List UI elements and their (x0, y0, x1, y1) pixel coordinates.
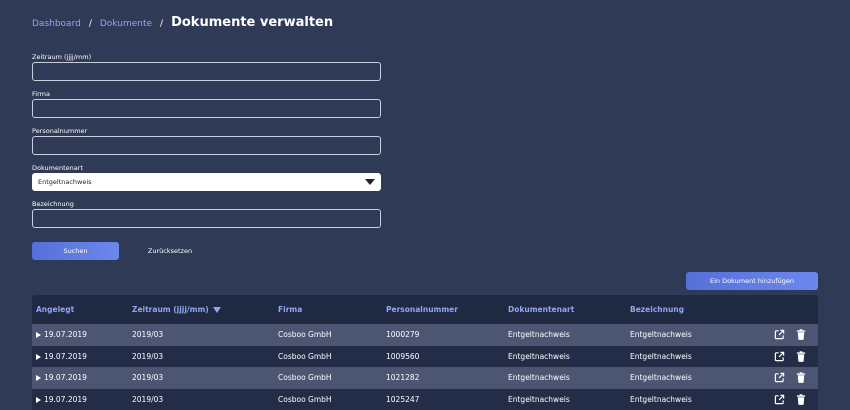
external-link-icon[interactable] (774, 351, 785, 362)
designation-label: Bezeichnung (32, 199, 381, 209)
cell-period: 2019/03 (128, 352, 274, 361)
trash-icon[interactable] (795, 351, 806, 362)
table-row[interactable]: 19.07.20192019/03Cosboo GmbH1000279Entge… (32, 324, 818, 346)
created-date: 19.07.2019 (44, 373, 87, 382)
cell-period: 2019/03 (128, 330, 274, 339)
expand-row-icon[interactable] (36, 332, 41, 338)
cell-document-type: Entgeltnachweis (504, 395, 626, 404)
cell-designation: Entgeltnachweis (626, 330, 760, 339)
table-body: 19.07.20192019/03Cosboo GmbH1000279Entge… (32, 324, 818, 410)
cell-actions (760, 351, 818, 362)
trash-icon[interactable] (795, 372, 806, 383)
cell-actions (760, 372, 818, 383)
company-input[interactable] (32, 99, 381, 118)
trash-icon[interactable] (795, 394, 806, 405)
column-header-created[interactable]: Angelegt (32, 305, 128, 314)
table-row[interactable]: 19.07.20192019/03Cosboo GmbH1025247Entge… (32, 389, 818, 410)
expand-row-icon[interactable] (36, 354, 41, 360)
cell-actions (760, 329, 818, 340)
cell-company: Cosboo GmbH (274, 373, 382, 382)
breadcrumb-documents-link[interactable]: Dokumente (100, 19, 152, 29)
cell-designation: Entgeltnachweis (626, 373, 760, 382)
external-link-icon[interactable] (774, 372, 785, 383)
page-title: Dokumente verwalten (171, 15, 333, 30)
cell-document-type: Entgeltnachweis (504, 352, 626, 361)
cell-designation: Entgeltnachweis (626, 352, 760, 361)
reset-button[interactable]: Zurücksetzen (130, 242, 210, 260)
cell-designation: Entgeltnachweis (626, 395, 760, 404)
cell-document-type: Entgeltnachweis (504, 330, 626, 339)
period-input[interactable] (32, 62, 381, 81)
cell-created[interactable]: 19.07.2019 (32, 395, 128, 404)
breadcrumb-dashboard-link[interactable]: Dashboard (32, 19, 81, 29)
table-header: Angelegt Zeitraum (jjjj/mm) Firma Person… (32, 295, 818, 324)
sort-desc-icon (213, 307, 221, 313)
personnel-number-label: Personalnummer (32, 126, 381, 136)
column-header-personnel-number[interactable]: Personalnummer (382, 305, 504, 314)
cell-actions (760, 394, 818, 405)
column-header-period[interactable]: Zeitraum (jjjj/mm) (128, 305, 274, 314)
cell-personnel-number: 1025247 (382, 395, 504, 404)
cell-created[interactable]: 19.07.2019 (32, 352, 128, 361)
created-date: 19.07.2019 (44, 352, 87, 361)
trash-icon[interactable] (795, 329, 806, 340)
cell-personnel-number: 1021282 (382, 373, 504, 382)
cell-personnel-number: 1000279 (382, 330, 504, 339)
table-row[interactable]: 19.07.20192019/03Cosboo GmbH1021282Entge… (32, 367, 818, 389)
created-date: 19.07.2019 (44, 330, 87, 339)
expand-row-icon[interactable] (36, 375, 41, 381)
filter-form: Zeitraum (jjjj/mm) Firma Personalnummer … (32, 52, 381, 228)
cell-company: Cosboo GmbH (274, 395, 382, 404)
breadcrumb: Dashboard / Dokumente / Dokumente verwal… (32, 15, 333, 35)
cell-period: 2019/03 (128, 373, 274, 382)
cell-company: Cosboo GmbH (274, 352, 382, 361)
table-row[interactable]: 19.07.20192019/03Cosboo GmbH1009560Entge… (32, 346, 818, 368)
breadcrumb-separator: / (160, 19, 163, 29)
document-type-selected: Entgeltnachweis (38, 178, 92, 186)
cell-document-type: Entgeltnachweis (504, 373, 626, 382)
document-type-label: Dokumentenart (32, 163, 381, 173)
cell-created[interactable]: 19.07.2019 (32, 373, 128, 382)
column-header-designation[interactable]: Bezeichnung (626, 305, 760, 314)
chevron-down-icon (365, 179, 375, 185)
company-label: Firma (32, 89, 381, 99)
search-button[interactable]: Suchen (32, 242, 119, 260)
external-link-icon[interactable] (774, 329, 785, 340)
breadcrumb-separator: / (89, 19, 92, 29)
add-document-button[interactable]: Ein Dokument hinzufügen (686, 272, 818, 290)
column-header-company[interactable]: Firma (274, 305, 382, 314)
created-date: 19.07.2019 (44, 395, 87, 404)
cell-created[interactable]: 19.07.2019 (32, 330, 128, 339)
personnel-number-input[interactable] (32, 136, 381, 155)
cell-period: 2019/03 (128, 395, 274, 404)
column-header-period-label: Zeitraum (jjjj/mm) (132, 305, 209, 314)
cell-personnel-number: 1009560 (382, 352, 504, 361)
column-header-document-type[interactable]: Dokumentenart (504, 305, 626, 314)
documents-table: Angelegt Zeitraum (jjjj/mm) Firma Person… (32, 295, 818, 410)
document-type-select[interactable]: Entgeltnachweis (32, 173, 381, 191)
cell-company: Cosboo GmbH (274, 330, 382, 339)
external-link-icon[interactable] (774, 394, 785, 405)
designation-input[interactable] (32, 209, 381, 228)
period-label: Zeitraum (jjjj/mm) (32, 52, 381, 62)
